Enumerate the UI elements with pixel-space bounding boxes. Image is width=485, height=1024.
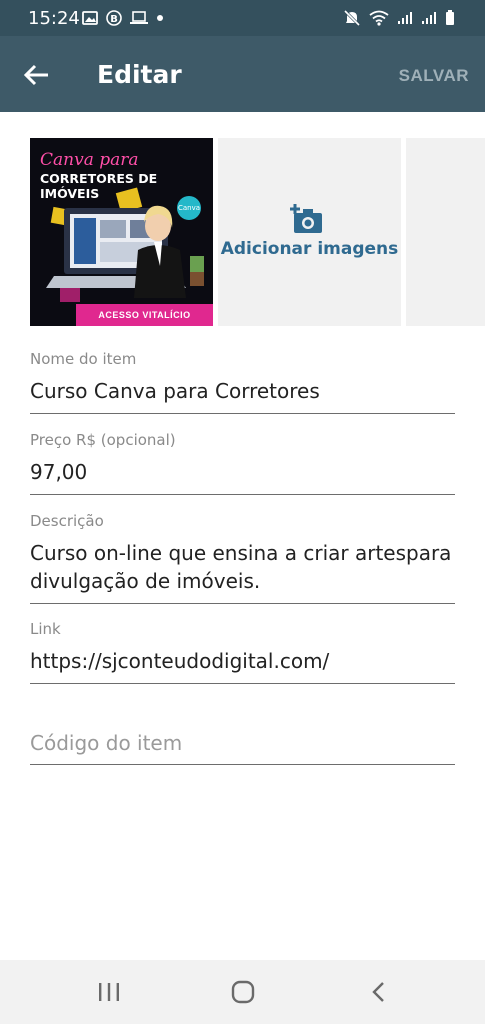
price-field[interactable]: Preço R$ (opcional) 97,00 xyxy=(30,431,455,495)
wifi-icon xyxy=(369,10,389,26)
add-images-button[interactable]: Adicionar imagens xyxy=(218,138,401,326)
laptop-illustration xyxy=(46,187,204,302)
price-underline xyxy=(30,494,455,495)
name-value[interactable]: Curso Canva para Corretores xyxy=(30,377,455,405)
signal-icon xyxy=(422,12,436,24)
code-placeholder[interactable]: Código do item xyxy=(30,731,455,755)
price-label: Preço R$ (opcional) xyxy=(30,431,176,449)
canva-badge: Canva xyxy=(177,196,201,220)
add-photo-icon xyxy=(290,204,322,233)
link-label: Link xyxy=(30,620,61,638)
laptop-icon xyxy=(130,11,148,24)
description-line2[interactable]: divulgação de imóveis. xyxy=(30,567,455,595)
b-badge-icon: B xyxy=(106,10,122,26)
description-line1[interactable]: Curso on-line que ensina a criar artespa… xyxy=(30,539,455,567)
link-underline xyxy=(30,683,455,684)
link-value[interactable]: https://sjconteudodigital.com/ xyxy=(30,647,455,675)
description-label: Descrição xyxy=(30,512,104,530)
add-images-label: Adicionar imagens xyxy=(220,239,399,259)
link-field[interactable]: Link https://sjconteudodigital.com/ xyxy=(30,620,455,684)
recent-apps-icon[interactable] xyxy=(98,980,120,1004)
nav-bar xyxy=(0,960,485,1024)
status-time: 15:24 xyxy=(28,8,80,29)
mute-icon xyxy=(343,9,361,27)
svg-text:B: B xyxy=(110,14,118,25)
signal-icon xyxy=(398,12,412,24)
item-thumbnail[interactable]: Canva para CORRETORES DE IMÓVEIS Canva A… xyxy=(30,138,213,326)
price-value[interactable]: 97,00 xyxy=(30,458,455,486)
status-bar: 15:24 B xyxy=(0,0,485,36)
thumbnail-banner: ACESSO VITALÍCIO xyxy=(76,304,213,326)
name-underline xyxy=(30,413,455,414)
name-label: Nome do item xyxy=(30,350,137,368)
code-field[interactable]: Código do item xyxy=(30,731,455,765)
app-bar: Editar SALVAR xyxy=(0,36,485,112)
dot-icon xyxy=(157,15,163,21)
description-field[interactable]: Descrição Curso on-line que ensina a cri… xyxy=(30,512,455,604)
status-right-icons xyxy=(343,9,455,27)
name-field[interactable]: Nome do item Curso Canva para Corretores xyxy=(30,350,455,414)
save-button[interactable]: SALVAR xyxy=(399,66,469,86)
status-left-icons: B xyxy=(82,10,164,26)
page-title: Editar xyxy=(97,60,182,89)
back-icon[interactable] xyxy=(370,980,388,1004)
home-icon[interactable] xyxy=(231,980,255,1004)
image-icon xyxy=(82,11,98,25)
image-gallery: Canva para CORRETORES DE IMÓVEIS Canva A… xyxy=(30,138,485,326)
description-underline xyxy=(30,603,455,604)
back-arrow-icon[interactable] xyxy=(20,58,54,92)
battery-icon xyxy=(446,10,454,25)
code-underline xyxy=(30,764,455,765)
empty-image-slot[interactable] xyxy=(406,138,485,326)
